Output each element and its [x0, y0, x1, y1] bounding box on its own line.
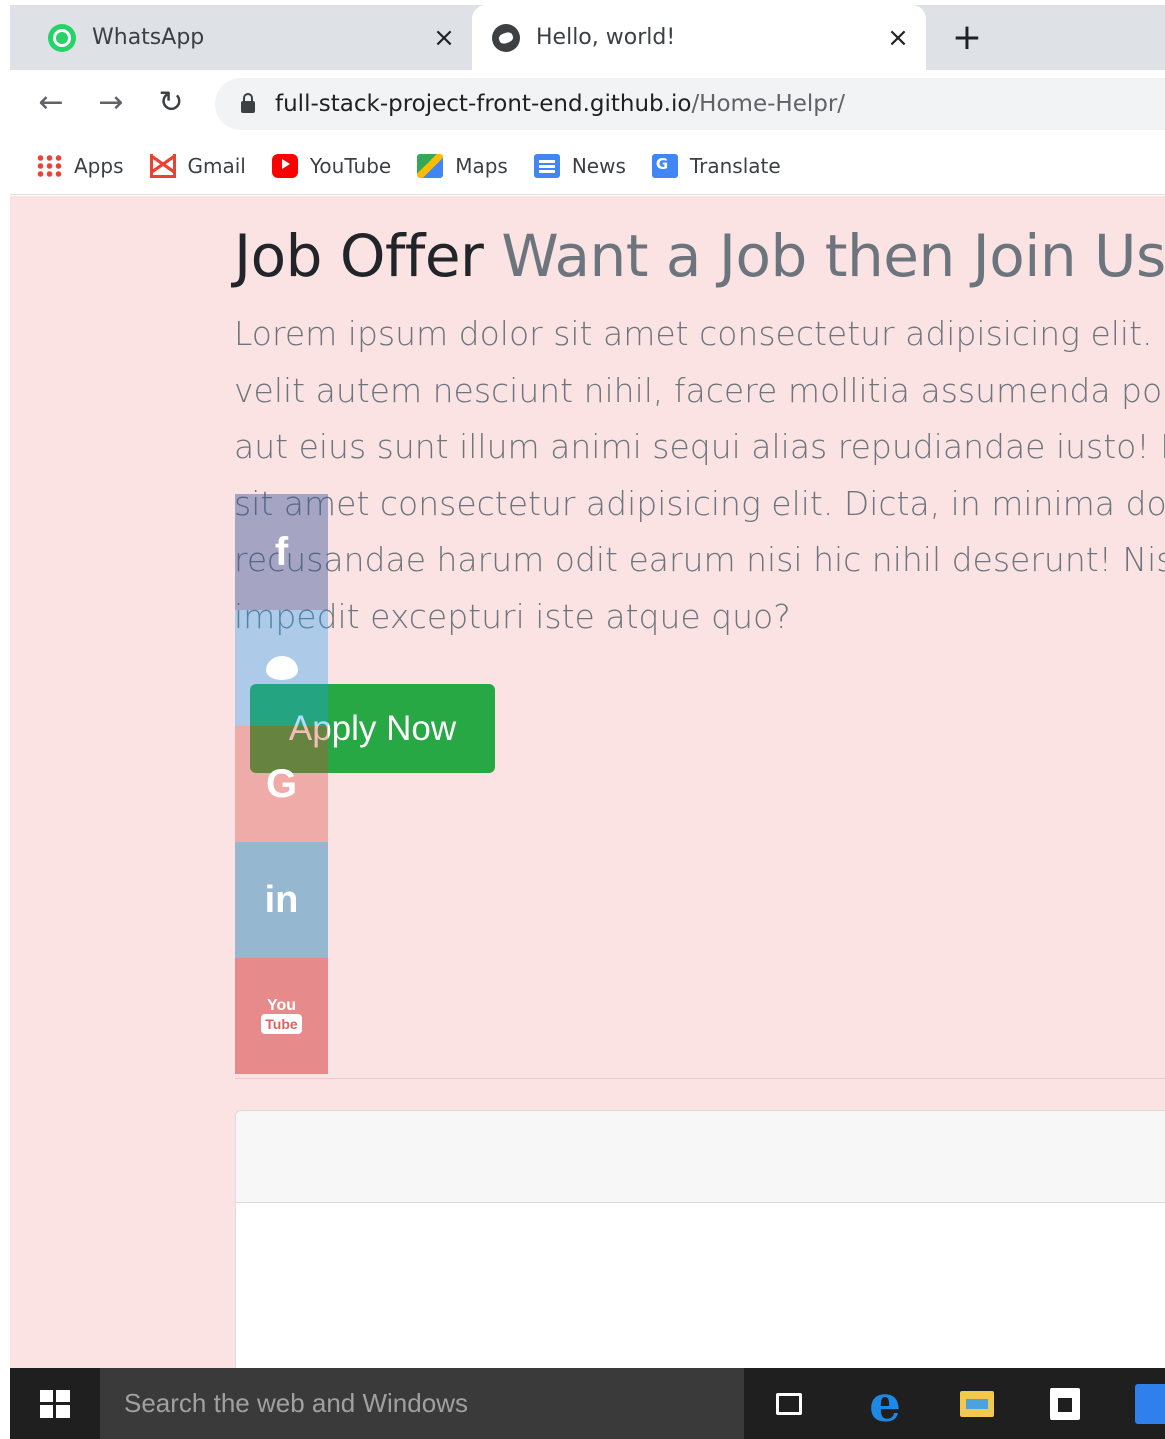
tab-whatsapp[interactable]: WhatsApp ×: [28, 5, 472, 70]
lock-icon: [241, 93, 255, 113]
lead-line: Lorem ipsum dolor sit amet consectetur a…: [234, 314, 1165, 353]
tab-title: WhatsApp: [92, 25, 205, 50]
bookmark-apps[interactable]: Apps: [36, 154, 124, 178]
address-bar[interactable]: full-stack-project-front-end.github.io/H…: [215, 78, 1165, 130]
youtube-glyph-top: You: [266, 997, 297, 1014]
tab-strip: WhatsApp × Hello, world! × +: [10, 5, 1165, 70]
youtube-icon: [271, 154, 298, 178]
lead-line: velit autem nesciunt nihil, facere molli…: [234, 370, 1165, 410]
google-icon[interactable]: G: [235, 726, 328, 842]
lead-line: recusandae harum odit earum nisi hic nih…: [234, 540, 1165, 579]
maps-icon: [417, 154, 444, 178]
twitter-icon[interactable]: [235, 610, 328, 726]
content-card: F I: [235, 1110, 1165, 1368]
edge-icon: e: [869, 1374, 901, 1433]
bookmark-label: YouTube: [309, 154, 392, 178]
bookmark-label: Gmail: [187, 154, 246, 178]
page-title: Job Offer Want a Job then Join Us: [234, 222, 1165, 290]
forward-button[interactable]: →: [88, 80, 134, 126]
bookmark-news[interactable]: News: [533, 154, 626, 178]
card-header: [236, 1111, 1165, 1203]
bookmarks-bar: Apps Gmail YouTube Maps News Translate: [10, 138, 1165, 195]
youtube-glyph-bottom: Tube: [261, 1014, 302, 1034]
news-icon: [533, 154, 560, 178]
edge-button[interactable]: e: [862, 1374, 908, 1433]
lead-paragraph: Lorem ipsum dolor sit amet consectetur a…: [234, 306, 1165, 645]
bookmark-label: News: [571, 154, 626, 178]
task-view-icon: [776, 1393, 802, 1415]
gmail-icon: [149, 154, 176, 178]
page-viewport: Job Offer Want a Job then Join Us Lorem …: [10, 196, 1165, 1368]
social-share-bar: f G in You Tube: [235, 494, 328, 1074]
store-button[interactable]: [1042, 1381, 1088, 1427]
reload-button[interactable]: ↻: [148, 80, 194, 126]
bookmark-label: Maps: [455, 154, 508, 178]
linkedin-icon[interactable]: in: [235, 842, 328, 958]
start-button[interactable]: [10, 1368, 100, 1439]
bookmark-gmail[interactable]: Gmail: [149, 154, 246, 178]
tab-hello-world[interactable]: Hello, world! ×: [472, 5, 926, 70]
mail-icon: [1135, 1384, 1165, 1424]
task-view-button[interactable]: [766, 1381, 812, 1427]
url-host: full-stack-project-front-end.github.io: [275, 91, 692, 117]
twitter-bird-shape: [265, 656, 298, 680]
bookmark-label: Apps: [74, 154, 124, 178]
youtube-glyph: You Tube: [261, 997, 302, 1034]
back-button[interactable]: ←: [28, 80, 74, 126]
whatsapp-icon: [48, 23, 76, 52]
lead-line: aut eius sunt illum animi sequi alias re…: [234, 427, 1165, 466]
headline-muted: Want a Job then Join Us: [501, 222, 1165, 290]
windows-start-icon: [40, 1389, 70, 1418]
windows-taskbar: Search the web and Windows e: [10, 1368, 1165, 1439]
taskbar-search-box[interactable]: Search the web and Windows: [100, 1368, 744, 1439]
bookmark-youtube[interactable]: YouTube: [271, 154, 392, 178]
file-explorer-button[interactable]: [954, 1381, 1000, 1427]
tab-title: Hello, world!: [536, 25, 676, 50]
apps-grid-icon: [36, 154, 62, 178]
close-tab-icon[interactable]: ×: [878, 23, 918, 53]
url-path: /Home-Helpr/: [691, 91, 846, 117]
section-divider: [235, 1078, 1165, 1079]
file-explorer-icon: [960, 1391, 994, 1417]
lead-line: sit amet consectetur adipisicing elit. D…: [234, 483, 1165, 523]
url-text: full-stack-project-front-end.github.io/H…: [275, 91, 845, 117]
browser-toolbar: ← → ↻ full-stack-project-front-end.githu…: [10, 70, 1165, 138]
mail-button[interactable]: [1132, 1381, 1165, 1427]
bookmark-label: Translate: [689, 154, 781, 178]
facebook-icon[interactable]: f: [235, 494, 328, 610]
lead-line: impedit excepturi iste atque quo?: [234, 596, 791, 636]
store-icon: [1050, 1388, 1080, 1420]
youtube-social-icon[interactable]: You Tube: [235, 958, 328, 1074]
new-tab-button[interactable]: +: [942, 13, 992, 63]
close-tab-icon[interactable]: ×: [424, 23, 464, 53]
screen: WhatsApp × Hello, world! × + ← → ↻ full-…: [0, 0, 1165, 1439]
globe-icon: [492, 23, 520, 52]
bookmark-maps[interactable]: Maps: [417, 154, 508, 178]
translate-icon: [651, 154, 678, 178]
bookmark-translate[interactable]: Translate: [651, 154, 781, 178]
headline-main: Job Offer: [234, 222, 484, 290]
